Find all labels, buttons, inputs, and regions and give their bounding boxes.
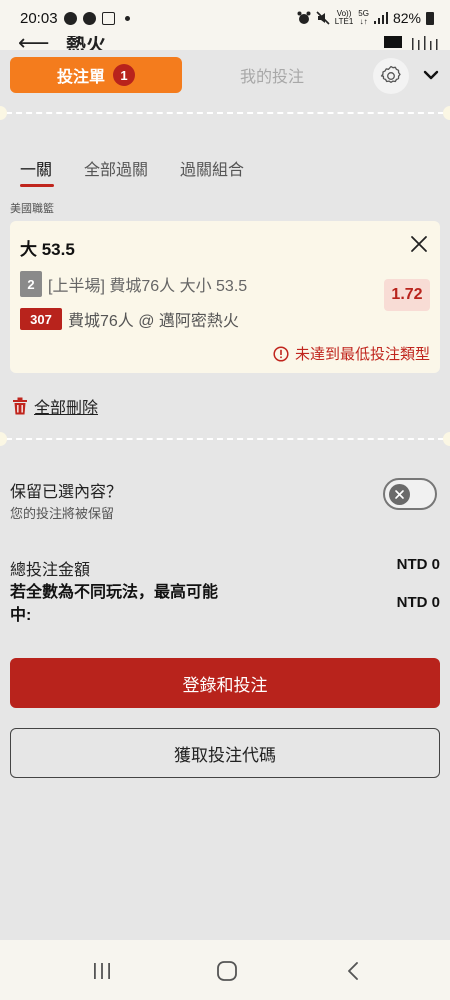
dashed-line	[6, 112, 444, 114]
warning-text: 未達到最低投注類型	[294, 346, 430, 363]
selection-warning: 未達到最低投注類型	[273, 343, 430, 364]
battery-percent: 82%	[392, 10, 421, 26]
max-win-value: NTD 0	[396, 594, 440, 611]
tab-betslip-label: 投注單	[56, 69, 105, 86]
login-and-bet-button[interactable]: 登錄和投注	[10, 658, 440, 708]
underlying-toolbar-icons	[384, 36, 438, 50]
delete-all-label: 全部刪除	[34, 400, 99, 417]
x-icon	[395, 490, 404, 499]
selection-title: 大 53.5	[20, 240, 75, 259]
match-text: 費城76人 @ 邁阿密熱火	[68, 313, 239, 330]
collapse-button[interactable]	[418, 62, 444, 88]
back-arrow-icon: ⟵	[18, 36, 50, 50]
battery-icon	[426, 11, 434, 25]
recent-apps-button[interactable]	[82, 958, 122, 984]
total-stake-value: NTD 0	[396, 556, 440, 573]
chrome-icon	[82, 11, 96, 25]
ticket-notch	[0, 106, 7, 120]
get-bet-code-button[interactable]: 獲取投注代碼	[10, 728, 440, 778]
signal-icon	[373, 12, 388, 24]
mute-icon	[316, 11, 330, 25]
trash-icon	[13, 397, 27, 415]
gear-icon	[380, 65, 401, 83]
total-stake-label: 總投注金額	[10, 562, 91, 579]
tab-my-bets[interactable]: 我的投注	[200, 57, 344, 93]
toggle-knob	[389, 484, 410, 505]
divider	[0, 432, 450, 446]
status-time: 20:03	[20, 9, 58, 27]
volte-indicator: Vo)) LTE1	[335, 10, 354, 26]
market-row: 2 [上半場] 費城76人 大小 53.5	[20, 271, 247, 297]
max-win-label: 若全數為不同玩法，最高可能中:	[10, 584, 219, 624]
back-chevron-icon	[348, 962, 358, 980]
recent-apps-icon	[94, 963, 110, 979]
tab-all-parlay[interactable]: 全部過關	[84, 156, 148, 180]
ticket-notch	[0, 432, 7, 446]
underlying-page-header: ⟵ 熱火	[0, 36, 450, 50]
home-button[interactable]	[207, 958, 247, 984]
ticket-notch	[443, 106, 450, 120]
status-bar: 20:03 Vo)) LTE1 5G ↓↑ 82%	[0, 0, 450, 36]
market-text: [上半場] 費城76人 大小 53.5	[48, 278, 248, 295]
lte-label: LTE1	[334, 17, 354, 26]
line-app-icon	[63, 11, 77, 25]
back-button[interactable]	[333, 958, 373, 984]
match-number: 307	[20, 308, 62, 330]
selection-card: 大 53.5 2 [上半場] 費城76人 大小 53.5 307 費城76人 @…	[10, 221, 440, 373]
status-left: 20:03	[20, 10, 130, 27]
divider	[0, 106, 450, 120]
app-notification-icon	[101, 11, 115, 25]
keep-selections-toggle[interactable]	[383, 478, 437, 510]
betslip-header: 投注單 1 我的投注	[0, 50, 450, 104]
system-nav-bar	[0, 940, 450, 1000]
tab-betslip[interactable]: 投注單 1	[10, 57, 182, 93]
keep-selections-subtitle: 您的投注將被保留	[10, 506, 115, 521]
bet-type-tabs: 一關 全部過關 過關組合	[0, 150, 450, 190]
keep-selections-title: 保留已選內容？	[10, 484, 123, 501]
tab-single[interactable]: 一關	[20, 156, 52, 180]
delete-all-button[interactable]: 全部刪除	[12, 394, 98, 418]
alarm-icon	[297, 11, 311, 24]
home-icon	[217, 961, 237, 981]
settings-button[interactable]	[373, 58, 409, 94]
remove-selection-button[interactable]	[408, 233, 430, 255]
status-right: Vo)) LTE1 5G ↓↑ 82%	[297, 10, 434, 26]
odds-value: 1.72	[384, 279, 430, 311]
dashed-line	[6, 438, 444, 440]
tab-parlay-combo[interactable]: 過關組合	[180, 156, 244, 180]
league-label: 美國職籃	[10, 203, 54, 215]
data-arrows-icon: ↓↑	[359, 17, 368, 26]
network-5g-indicator: 5G ↓↑	[358, 10, 369, 26]
ticket-notch	[443, 432, 450, 446]
alert-circle-icon	[273, 345, 289, 362]
close-icon	[411, 236, 427, 252]
more-notifications-icon	[124, 15, 130, 21]
betslip-count-badge: 1	[113, 64, 135, 86]
market-number: 2	[20, 271, 42, 297]
underlying-page-title: 熱火	[66, 36, 106, 50]
match-row: 307 費城76人 @ 邁阿密熱火	[20, 307, 239, 331]
chevron-down-icon	[423, 70, 439, 80]
active-tab-indicator	[20, 184, 54, 187]
